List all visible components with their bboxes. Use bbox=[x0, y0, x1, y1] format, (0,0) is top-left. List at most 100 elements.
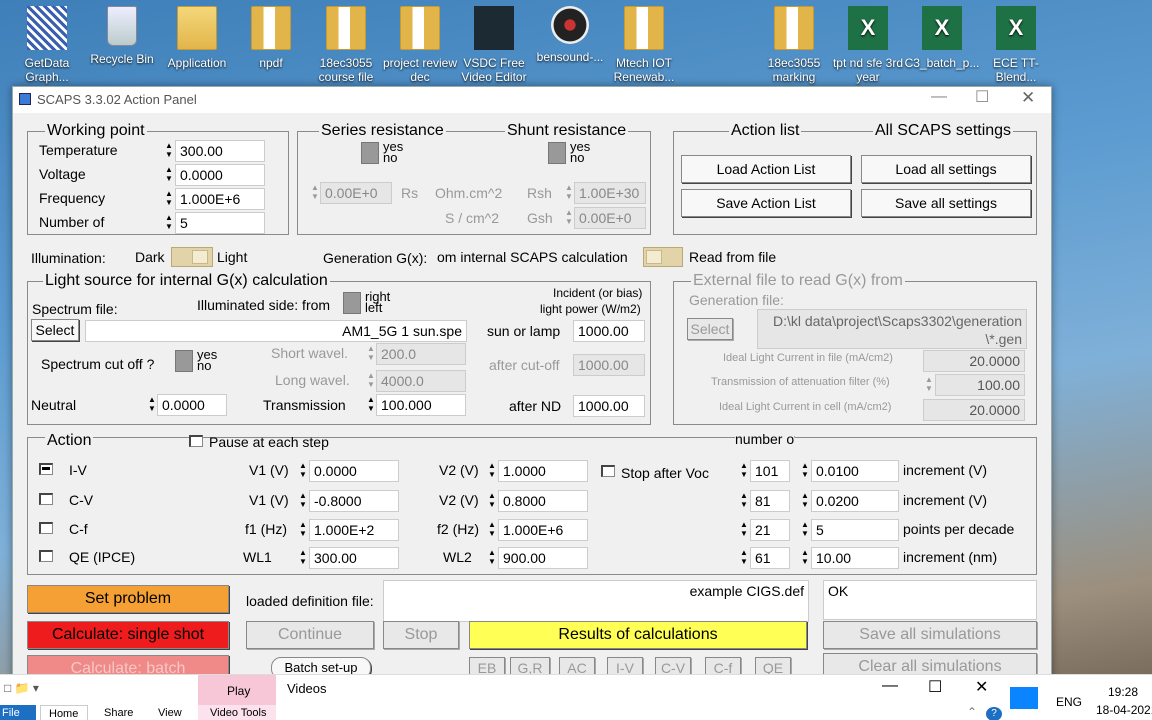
desktop-icon[interactable]: 18ec3055 marking bbox=[756, 6, 832, 84]
param2-spinner[interactable]: ▲ ▼ bbox=[486, 520, 498, 540]
transmission-field[interactable]: 100.000 bbox=[376, 394, 466, 416]
action-param1-field[interactable]: 0.0000 bbox=[309, 460, 399, 482]
desktop-icon[interactable]: project review dec bbox=[382, 6, 458, 84]
pause-checkbox[interactable] bbox=[189, 435, 203, 447]
desktop-icon[interactable]: 18ec3055 course file bbox=[308, 6, 384, 84]
explorer-maximize-button[interactable]: ☐ bbox=[928, 677, 942, 697]
desktop-icon[interactable]: X ECE TT-Blend... bbox=[978, 6, 1054, 84]
action-param1-field[interactable]: 300.00 bbox=[309, 547, 399, 569]
save-all-simulations-button[interactable]: Save all simulations bbox=[823, 621, 1037, 649]
view-tab[interactable]: View bbox=[158, 707, 182, 719]
calculate-single-shot-button[interactable]: Calculate: single shot bbox=[27, 621, 229, 649]
after-nd-field[interactable]: 1000.00 bbox=[573, 395, 645, 417]
action-checkbox[interactable] bbox=[39, 522, 53, 534]
rsh-field[interactable]: 1.00E+30 bbox=[574, 182, 646, 204]
param2-spinner[interactable]: ▲ ▼ bbox=[486, 548, 498, 568]
minimize-button[interactable]: — bbox=[931, 88, 947, 106]
param1-spinner[interactable]: ▲ ▼ bbox=[297, 520, 309, 540]
stop-after-voc-checkbox[interactable] bbox=[601, 465, 615, 477]
action-increment-field[interactable]: 0.0200 bbox=[811, 490, 899, 512]
results-button[interactable]: Results of calculations bbox=[469, 621, 807, 649]
increment-spinner[interactable]: ▲ ▼ bbox=[799, 491, 811, 511]
points-spinner[interactable]: ▲ ▼ bbox=[738, 491, 750, 511]
rs-field[interactable]: 0.00E+0 bbox=[320, 182, 392, 204]
working-point-spinner[interactable]: ▲ ▼ bbox=[163, 165, 175, 185]
illuminated-side-toggle[interactable] bbox=[343, 292, 361, 314]
points-spinner[interactable]: ▲ ▼ bbox=[738, 461, 750, 481]
explorer-minimize-button[interactable]: — bbox=[882, 677, 898, 695]
neutral-field[interactable]: 0.0000 bbox=[157, 394, 227, 416]
load-action-list-button[interactable]: Load Action List bbox=[681, 155, 851, 183]
action-points-field[interactable]: 61 bbox=[750, 547, 790, 569]
continue-button[interactable]: Continue bbox=[246, 621, 374, 649]
action-param2-field[interactable]: 0.8000 bbox=[498, 490, 588, 512]
series-resistance-toggle[interactable] bbox=[361, 142, 379, 164]
clock-time[interactable]: 19:28 bbox=[1108, 685, 1138, 699]
points-spinner[interactable]: ▲ ▼ bbox=[738, 520, 750, 540]
desktop-icon[interactable]: GetData Graph... bbox=[9, 6, 85, 84]
stop-button[interactable]: Stop bbox=[383, 621, 459, 649]
home-tab[interactable]: Home bbox=[40, 705, 88, 720]
param1-spinner[interactable]: ▲ ▼ bbox=[297, 548, 309, 568]
working-point-spinner[interactable]: ▲ ▼ bbox=[163, 141, 175, 161]
working-point-field[interactable]: 0.0000 bbox=[175, 164, 265, 186]
param2-spinner[interactable]: ▲ ▼ bbox=[486, 461, 498, 481]
action-param2-field[interactable]: 900.00 bbox=[498, 547, 588, 569]
after-cutoff-field[interactable]: 1000.00 bbox=[573, 354, 645, 376]
action-points-field[interactable]: 21 bbox=[750, 519, 790, 541]
action-points-field[interactable]: 101 bbox=[750, 460, 790, 482]
desktop-icon[interactable]: Recycle Bin bbox=[84, 6, 160, 66]
action-increment-field[interactable]: 5 bbox=[811, 519, 899, 541]
desktop-icon[interactable]: VSDC Free Video Editor bbox=[456, 6, 532, 84]
shunt-resistance-toggle[interactable] bbox=[548, 142, 566, 164]
working-point-field[interactable]: 300.00 bbox=[175, 140, 265, 162]
quick-access-icons[interactable]: □ 📁 ▾ bbox=[4, 681, 39, 695]
illumination-toggle[interactable] bbox=[171, 247, 213, 267]
increment-spinner[interactable]: ▲ ▼ bbox=[799, 520, 811, 540]
action-param2-field[interactable]: 1.000E+6 bbox=[498, 519, 588, 541]
taskbar-app-icon[interactable] bbox=[1010, 687, 1038, 709]
points-spinner[interactable]: ▲ ▼ bbox=[738, 548, 750, 568]
chevron-up-icon[interactable]: ⌃ bbox=[967, 705, 977, 719]
working-point-field[interactable]: 5 bbox=[175, 212, 265, 234]
action-points-field[interactable]: 81 bbox=[750, 490, 790, 512]
increment-spinner[interactable]: ▲ ▼ bbox=[799, 548, 811, 568]
param2-spinner[interactable]: ▲ ▼ bbox=[486, 491, 498, 511]
action-checkbox[interactable] bbox=[39, 463, 53, 475]
attenuation-spinner[interactable]: ▲ ▼ bbox=[923, 375, 935, 395]
param1-spinner[interactable]: ▲ ▼ bbox=[297, 491, 309, 511]
long-wavel-field[interactable]: 4000.0 bbox=[376, 370, 466, 392]
gsh-field[interactable]: 0.00E+0 bbox=[574, 207, 646, 229]
desktop-icon[interactable]: Application bbox=[159, 6, 235, 70]
desktop-icon[interactable]: Xtpt nd sfe 3rd year bbox=[830, 6, 906, 84]
increment-spinner[interactable]: ▲ ▼ bbox=[799, 461, 811, 481]
attenuation-field[interactable]: 100.00 bbox=[935, 374, 1025, 396]
clock-date[interactable]: 18-04-2021 bbox=[1096, 703, 1152, 717]
save-all-settings-button[interactable]: Save all settings bbox=[861, 189, 1031, 217]
video-tools-tab[interactable]: Video Tools bbox=[198, 705, 276, 720]
file-tab[interactable]: File bbox=[0, 705, 36, 720]
help-icon[interactable]: ? bbox=[986, 707, 1002, 720]
desktop-icon[interactable]: Mtech IOT Renewab... bbox=[606, 6, 682, 84]
action-param2-field[interactable]: 1.0000 bbox=[498, 460, 588, 482]
language-indicator[interactable]: ENG bbox=[1056, 695, 1082, 709]
sun-or-lamp-field[interactable]: 1000.00 bbox=[573, 320, 645, 342]
action-increment-field[interactable]: 10.00 bbox=[811, 547, 899, 569]
play-tab[interactable]: Play bbox=[198, 675, 276, 705]
action-increment-field[interactable]: 0.0100 bbox=[811, 460, 899, 482]
save-action-list-button[interactable]: Save Action List bbox=[681, 189, 851, 217]
working-point-spinner[interactable]: ▲ ▼ bbox=[163, 213, 175, 233]
working-point-field[interactable]: 1.000E+6 bbox=[175, 188, 265, 210]
desktop-icon[interactable]: bensound-... bbox=[532, 6, 608, 64]
spectrum-cutoff-toggle[interactable] bbox=[175, 350, 193, 372]
action-param1-field[interactable]: 1.000E+2 bbox=[309, 519, 399, 541]
action-checkbox[interactable] bbox=[39, 550, 53, 562]
action-param1-field[interactable]: -0.8000 bbox=[309, 490, 399, 512]
spectrum-file-field[interactable]: AM1_5G 1 sun.spe bbox=[85, 320, 467, 342]
spectrum-select-button[interactable]: Select bbox=[31, 319, 79, 341]
working-point-spinner[interactable]: ▲ ▼ bbox=[163, 189, 175, 209]
generation-toggle[interactable] bbox=[643, 247, 683, 267]
short-wavel-field[interactable]: 200.0 bbox=[376, 343, 466, 365]
maximize-button[interactable]: ☐ bbox=[975, 87, 989, 107]
desktop-icon[interactable]: npdf bbox=[233, 6, 309, 70]
